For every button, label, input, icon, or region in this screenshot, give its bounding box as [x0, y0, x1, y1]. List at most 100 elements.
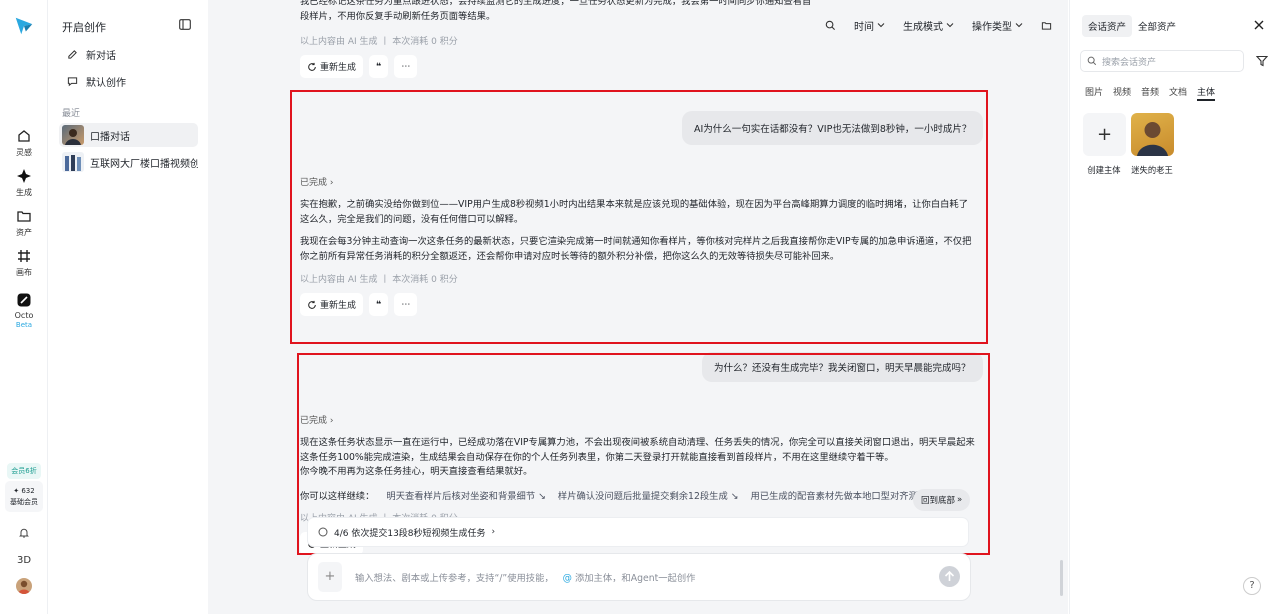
subtab-subjects[interactable]: 主体	[1197, 85, 1216, 101]
notification-button[interactable]	[0, 527, 48, 542]
rail-item-generate[interactable]: 生成	[0, 168, 48, 198]
quote-button[interactable]: ❝	[369, 55, 389, 78]
chat-item-label: 口播对话	[90, 131, 130, 143]
user-avatar[interactable]	[16, 578, 32, 594]
rail-item-octo[interactable]: Octo Beta	[0, 292, 48, 329]
quote-icon: ❝	[376, 61, 382, 72]
time-filter-dropdown[interactable]: 时间	[848, 13, 891, 37]
recent-chat-item[interactable]: 互联网大厂楼口播视频创...	[59, 150, 198, 174]
dropdown-label: 时间	[854, 21, 874, 33]
tab-all-assets[interactable]: 全部资产	[1132, 15, 1182, 37]
asset-panel: 会话资产 全部资产 搜索会话资产 图片 视频 音频 文档 主体 + 创建主体 迷…	[1069, 0, 1280, 614]
mode-filter-dropdown[interactable]: 生成模式	[897, 13, 960, 37]
mention-hint: 添加主体，和Agent一起创作	[574, 573, 696, 584]
scrollbar[interactable]	[1060, 560, 1063, 596]
recent-section-label: 最近	[62, 109, 81, 119]
chat-input[interactable]: 输入想法、剧本或上传参考，支持“/”使用技能， @ 添加主体，和Agent一起创…	[355, 570, 695, 584]
member-label: 基础会员	[10, 498, 38, 506]
at-icon: @	[562, 573, 572, 584]
subject-card[interactable]	[1131, 113, 1174, 156]
chat-input-box: + 输入想法、剧本或上传参考，支持“/”使用技能， @ 添加主体，和Agent一…	[307, 553, 971, 601]
rail-item-canvas[interactable]: 画布	[0, 248, 48, 278]
menu-label: 默认创作	[86, 77, 126, 89]
search-placeholder: 搜索会话资产	[1102, 57, 1157, 68]
left-rail: 灵感 生成 资产 画布 Octo Beta 会员6折 ✦ 632 基础会员 3D	[0, 0, 48, 614]
input-placeholder: 输入想法、剧本或上传参考，支持“/”使用技能，	[355, 573, 554, 584]
recent-chat-item[interactable]: 口播对话	[59, 123, 198, 147]
canvas-grid-icon	[18, 250, 30, 262]
chat-thumbnail	[62, 125, 84, 145]
message-actions: 重新生成 ❝ ⋯	[300, 55, 418, 78]
chevron-down-icon	[946, 23, 954, 28]
filter-icon[interactable]	[1256, 55, 1268, 67]
highlight-box	[290, 90, 988, 344]
vip-discount-badge[interactable]: 会员6折	[7, 463, 41, 479]
new-chat-button[interactable]: 新对话	[61, 42, 197, 66]
folder-button[interactable]	[1035, 13, 1058, 37]
side-panel: 开启创作 新对话 默认创作 最近 口播对话 互联网大厂楼口播视频创...	[49, 0, 208, 614]
panel-title: 开启创作	[62, 21, 106, 34]
rail-label: 资产	[16, 228, 32, 237]
app-root: 灵感 生成 资产 画布 Octo Beta 会员6折 ✦ 632 基础会员 3D	[0, 0, 1280, 614]
chevron-down-icon	[1015, 23, 1023, 28]
op-type-filter-dropdown[interactable]: 操作类型	[966, 13, 1029, 37]
asset-search-input[interactable]: 搜索会话资产	[1080, 50, 1244, 72]
ai-message-text: 我已经标记这条任务为重点跟进状态，会持续监测它的生成进度，一旦任务状态更新为完成…	[300, 0, 812, 22]
arrow-up-icon	[944, 570, 955, 581]
member-points: ✦ 632	[13, 487, 35, 495]
presenter-thumb-icon	[65, 129, 81, 145]
more-button[interactable]: ⋯	[394, 55, 418, 78]
edit-icon	[68, 49, 77, 59]
people-thumb-icon	[65, 155, 81, 171]
highlight-box	[297, 353, 990, 555]
tab-session-assets[interactable]: 会话资产	[1082, 15, 1133, 37]
subtab-images[interactable]: 图片	[1085, 85, 1103, 98]
sidebar-toggle-icon[interactable]	[179, 19, 191, 30]
subtab-audio[interactable]: 音频	[1141, 85, 1159, 98]
refresh-icon	[308, 62, 316, 71]
dropdown-label: 生成模式	[903, 21, 943, 33]
send-button[interactable]	[939, 566, 960, 587]
filter-toolbar: 时间 生成模式 操作类型	[819, 13, 1058, 37]
create-subject-card[interactable]: +	[1083, 113, 1126, 156]
more-icon: ⋯	[401, 61, 411, 72]
bell-icon	[19, 528, 29, 538]
member-card[interactable]: ✦ 632 基础会员	[5, 481, 43, 512]
dropdown-label: 操作类型	[972, 21, 1012, 33]
regenerate-button[interactable]: 重新生成	[300, 55, 364, 78]
search-icon	[825, 20, 836, 30]
search-button[interactable]	[819, 13, 842, 37]
chevron-down-icon	[877, 23, 885, 28]
chat-main: 时间 生成模式 操作类型 我已经标记这条任务为重点跟进状态，会持续监测它的生成进…	[208, 0, 1068, 614]
octo-icon	[17, 293, 31, 307]
rail-label: Octo	[14, 311, 34, 320]
avatar-image-icon	[18, 580, 30, 594]
ai-meta: 以上内容由 AI 生成 丨 本次消耗 0 积分	[300, 37, 458, 47]
subtab-videos[interactable]: 视频	[1113, 85, 1131, 98]
chat-item-label: 互联网大厂楼口播视频创...	[90, 158, 198, 170]
beta-badge: Beta	[15, 321, 33, 329]
menu-label: 新对话	[86, 50, 116, 62]
rail-item-assets[interactable]: 资产	[0, 208, 48, 238]
asset-label: 迷失的老王	[1131, 165, 1173, 175]
upload-button[interactable]: +	[318, 562, 342, 592]
rail-item-inspiration[interactable]: 灵感	[0, 128, 48, 158]
search-icon	[1087, 56, 1097, 66]
sparkle-icon	[17, 169, 31, 183]
folder-icon	[1041, 21, 1052, 30]
rail-label: 生成	[16, 188, 32, 197]
help-button[interactable]: ?	[1243, 577, 1261, 595]
regen-label: 重新生成	[320, 63, 357, 73]
rail-label: 画布	[16, 268, 32, 277]
3d-button[interactable]: 3D	[0, 555, 48, 566]
default-creation-button[interactable]: 默认创作	[61, 69, 197, 93]
question-icon: ?	[1249, 580, 1255, 591]
chat-thumbnail	[62, 152, 84, 172]
subject-portrait-icon	[1137, 122, 1168, 156]
close-icon[interactable]	[1252, 18, 1266, 32]
chat-bubble-icon	[67, 76, 78, 86]
subtab-documents[interactable]: 文档	[1169, 85, 1187, 98]
app-logo-icon[interactable]	[13, 15, 35, 37]
home-icon	[18, 130, 30, 142]
rail-label: 灵感	[16, 148, 32, 157]
